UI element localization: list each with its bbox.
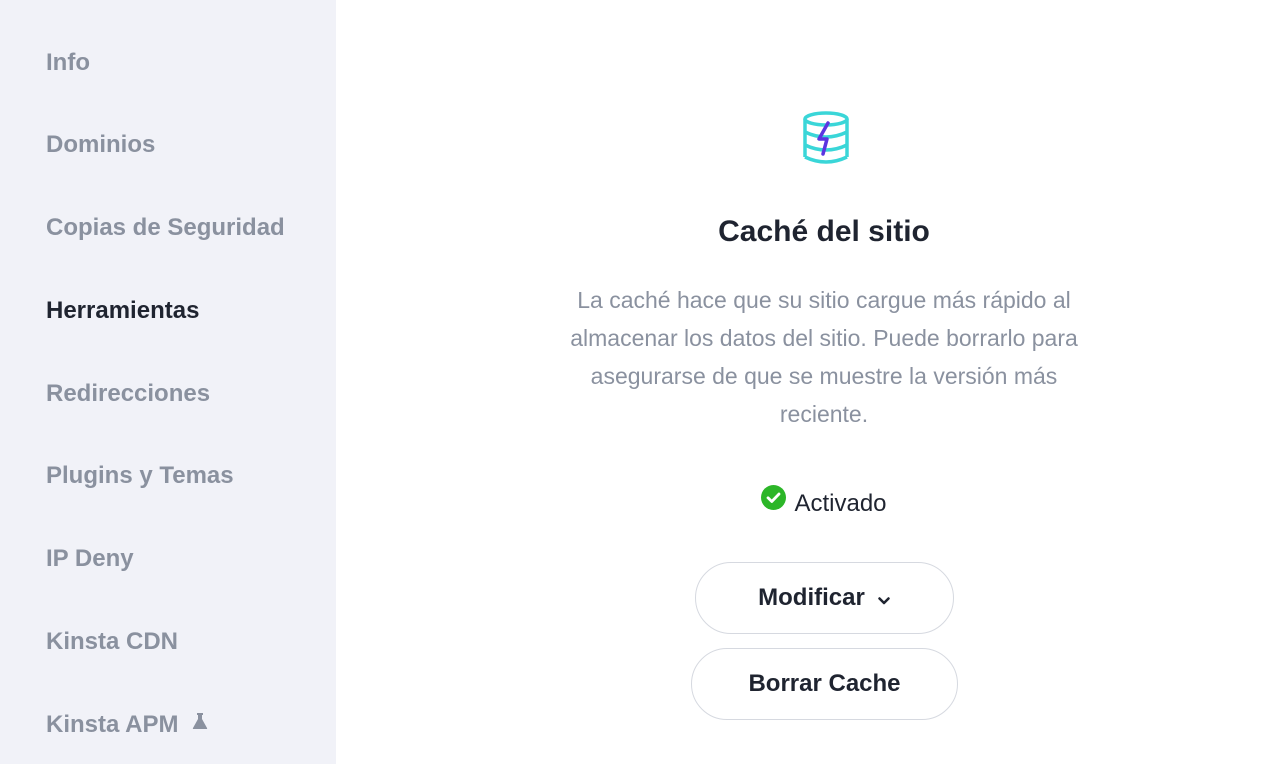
sidebar-item-label: Kinsta APM xyxy=(46,711,179,738)
check-circle-icon xyxy=(761,485,787,520)
sidebar-item-herramientas[interactable]: Herramientas xyxy=(46,296,199,326)
clear-cache-button-label: Borrar Cache xyxy=(748,670,901,697)
cache-description: La caché hace que su sitio cargue más rá… xyxy=(570,287,1078,427)
chevron-down-icon xyxy=(877,585,891,613)
app-window: Info Dominios Copias de Seguridad Herram… xyxy=(0,0,1266,764)
sidebar: Info Dominios Copias de Seguridad Herram… xyxy=(0,0,336,764)
sidebar-item-info[interactable]: Info xyxy=(46,48,90,78)
cache-database-bolt-icon xyxy=(800,110,852,166)
sidebar-item-kinsta-apm[interactable]: Kinsta APM xyxy=(46,710,208,740)
modify-button[interactable]: Modificar xyxy=(695,562,954,634)
main-content: Caché del sitio La caché hace que su sit… xyxy=(336,0,1266,764)
flask-icon xyxy=(192,708,208,738)
sidebar-item-kinsta-cdn[interactable]: Kinsta CDN xyxy=(46,627,178,657)
clear-cache-button[interactable]: Borrar Cache xyxy=(691,648,958,720)
sidebar-item-ip-deny[interactable]: IP Deny xyxy=(46,544,134,574)
modify-button-label: Modificar xyxy=(758,584,865,611)
sidebar-item-redirecciones[interactable]: Redirecciones xyxy=(46,379,210,409)
sidebar-item-copias-de-seguridad[interactable]: Copias de Seguridad xyxy=(46,213,285,243)
status-label: Activado xyxy=(794,490,887,517)
sidebar-item-plugins-y-temas[interactable]: Plugins y Temas xyxy=(46,461,234,491)
sidebar-item-dominios[interactable]: Dominios xyxy=(46,130,155,160)
cache-status: Activado xyxy=(336,485,1266,521)
page-title: Caché del sitio xyxy=(718,215,930,248)
